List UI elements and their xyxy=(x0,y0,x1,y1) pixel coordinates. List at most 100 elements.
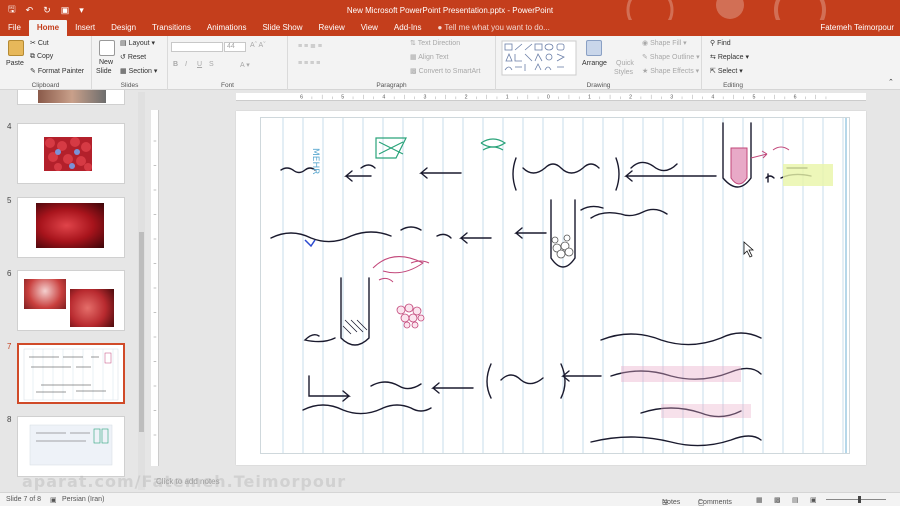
effects-icon: ★ xyxy=(642,68,651,75)
quick-styles-button-line2[interactable]: Styles xyxy=(614,69,633,76)
new-slide-icon xyxy=(99,40,115,56)
replace-button[interactable]: ⇆ Replace ▾ xyxy=(710,53,749,61)
font-name-box[interactable] xyxy=(171,42,223,52)
tab-view[interactable]: View xyxy=(353,20,386,36)
reset-button[interactable]: ↺ Reset xyxy=(120,53,146,61)
ribbon: Paste ✂ Cut ⧉ Copy ✎ Format Painter Clip… xyxy=(0,36,900,90)
font-color-icon[interactable]: A ▾ xyxy=(240,61,250,69)
editing-label: Editing xyxy=(723,82,743,89)
quick-styles-button[interactable]: Quick xyxy=(616,60,634,67)
slide-thumbnail-5[interactable] xyxy=(17,197,125,258)
slide-thumbnail-7[interactable] xyxy=(17,343,125,404)
spell-check-icon[interactable]: ▣ xyxy=(50,496,57,504)
present-icon[interactable]: ▣ xyxy=(61,5,70,16)
watermark: aparat.com/Fatemeh.Teimorpour xyxy=(22,472,347,491)
drawing-label: Drawing xyxy=(586,82,611,89)
align-text-button[interactable]: ▦ Align Text xyxy=(410,53,448,61)
slide-thumbnail-8[interactable] xyxy=(17,416,125,477)
new-slide-button-line2[interactable]: Slide xyxy=(96,68,112,75)
tab-slide-show[interactable]: Slide Show xyxy=(254,20,310,36)
blood-clot-image xyxy=(36,203,104,248)
scrollbar-thumb[interactable] xyxy=(139,232,144,432)
tell-me-text: Tell me what you want to do... xyxy=(444,23,550,32)
font-group: 44 Aˆ Aˇ B I U S A ▾ Font xyxy=(168,36,288,90)
text-direction-icon: ⇅ xyxy=(410,40,418,47)
ruler-number: 1 xyxy=(588,95,591,101)
tab-insert[interactable]: Insert xyxy=(67,20,103,36)
shapes-gallery[interactable] xyxy=(501,40,577,76)
font-size-box[interactable]: 44 xyxy=(224,42,246,52)
slide-thumbnail-4[interactable] xyxy=(17,123,125,184)
bullets-icon[interactable]: ≡ ≡ ≣ ≡ xyxy=(298,42,322,50)
tab-animations[interactable]: Animations xyxy=(199,20,255,36)
ruler-number: 4 xyxy=(711,95,714,101)
ruler-number: 6 xyxy=(300,95,303,101)
tab-add-ins[interactable]: Add-Ins xyxy=(386,20,430,36)
grow-font-icon[interactable]: Aˆ Aˇ xyxy=(250,42,266,49)
slide-thumbnail-3[interactable] xyxy=(17,90,125,105)
quick-access-toolbar: 🖫 ↶ ↻ ▣ ▾ xyxy=(0,2,84,18)
ruler-number: 1 xyxy=(506,95,509,101)
customize-qat-icon[interactable]: ▾ xyxy=(79,5,84,16)
zoom-slider-thumb[interactable] xyxy=(858,496,861,503)
shape-fill-button[interactable]: ◉ Shape Fill ▾ xyxy=(642,39,687,47)
slideshow-icon[interactable]: ▣ xyxy=(810,496,817,504)
bold-button[interactable]: B xyxy=(173,61,178,68)
select-button[interactable]: ⇱ Select ▾ xyxy=(710,67,743,75)
underline-button[interactable]: U xyxy=(197,61,202,68)
layout-icon: ▤ xyxy=(120,40,129,47)
slides-label: Slides xyxy=(120,82,139,89)
status-bar: Slide 7 of 8 ▣ Persian (Iran) ☰ Notes ▢ … xyxy=(0,492,900,506)
format-painter-button[interactable]: ✎ Format Painter xyxy=(30,67,84,75)
layout-button[interactable]: ▤ Layout ▾ xyxy=(120,39,155,47)
tab-home[interactable]: Home xyxy=(28,20,68,36)
svg-text:MEHR: MEHR xyxy=(310,148,320,174)
tab-file[interactable]: File xyxy=(0,20,29,36)
zoom-slider[interactable] xyxy=(826,499,886,500)
paste-button[interactable]: Paste xyxy=(6,60,24,67)
clipboard-group: Paste ✂ Cut ⧉ Copy ✎ Format Painter Clip… xyxy=(0,36,92,90)
find-button[interactable]: ⚲ Find xyxy=(710,39,731,47)
redo-icon[interactable]: ↻ xyxy=(43,5,51,16)
notebook-thumbnail xyxy=(29,424,113,466)
copy-icon: ⧉ xyxy=(30,53,37,60)
slide-number: 4 xyxy=(7,122,12,131)
tell-me-box[interactable]: ● Tell me what you want to do... xyxy=(430,20,558,36)
brush-icon: ✎ xyxy=(30,68,38,75)
text-direction-button[interactable]: ⇅ Text Direction xyxy=(410,39,460,47)
undo-icon[interactable]: ↶ xyxy=(26,5,34,16)
shape-effects-button[interactable]: ★ Shape Effects ▾ xyxy=(642,67,699,75)
ruler-number: 5 xyxy=(341,95,344,101)
ruler-number: 2 xyxy=(465,95,468,101)
tab-review[interactable]: Review xyxy=(310,20,352,36)
slide-sorter-icon[interactable]: ▩ xyxy=(774,496,781,504)
strike-button[interactable]: S xyxy=(209,61,214,68)
clipboard-label: Clipboard xyxy=(31,82,60,89)
ribbon-tabs: File Home Insert Design Transitions Anim… xyxy=(0,20,900,36)
pen-icon: ✎ xyxy=(642,54,650,61)
align-icons[interactable]: ≡ ≡ ≡ ≡ xyxy=(298,60,320,67)
select-icon: ⇱ xyxy=(710,68,718,75)
slide-number: 7 xyxy=(7,342,12,351)
shape-outline-button[interactable]: ✎ Shape Outline ▾ xyxy=(642,53,700,61)
cut-button[interactable]: ✂ Cut xyxy=(30,39,49,47)
section-button[interactable]: ▦ Section ▾ xyxy=(120,67,157,75)
copy-button[interactable]: ⧉ Copy xyxy=(30,53,53,61)
new-slide-button[interactable]: New xyxy=(99,59,113,66)
slide-canvas[interactable]: MEHR xyxy=(236,111,866,465)
collapse-ribbon-icon[interactable]: ⌃ xyxy=(888,78,894,86)
thumbnail-scrollbar[interactable] xyxy=(138,92,145,490)
user-name[interactable]: Fatemeh Teimorpour xyxy=(820,23,894,32)
tab-transitions[interactable]: Transitions xyxy=(144,20,199,36)
italic-button[interactable]: I xyxy=(185,61,187,68)
slide-thumbnail-6[interactable] xyxy=(17,270,125,331)
smartart-button[interactable]: ▩ Convert to SmartArt xyxy=(410,67,480,75)
tab-design[interactable]: Design xyxy=(103,20,144,36)
ruler-number: 6 xyxy=(794,95,797,101)
language-indicator[interactable]: Persian (Iran) xyxy=(62,496,104,503)
save-icon[interactable]: 🖫 xyxy=(8,2,16,18)
arrange-button[interactable]: Arrange xyxy=(582,60,607,67)
normal-view-icon[interactable]: ▦ xyxy=(756,496,763,504)
reading-view-icon[interactable]: ▤ xyxy=(792,496,799,504)
slide-number: 6 xyxy=(7,269,12,278)
